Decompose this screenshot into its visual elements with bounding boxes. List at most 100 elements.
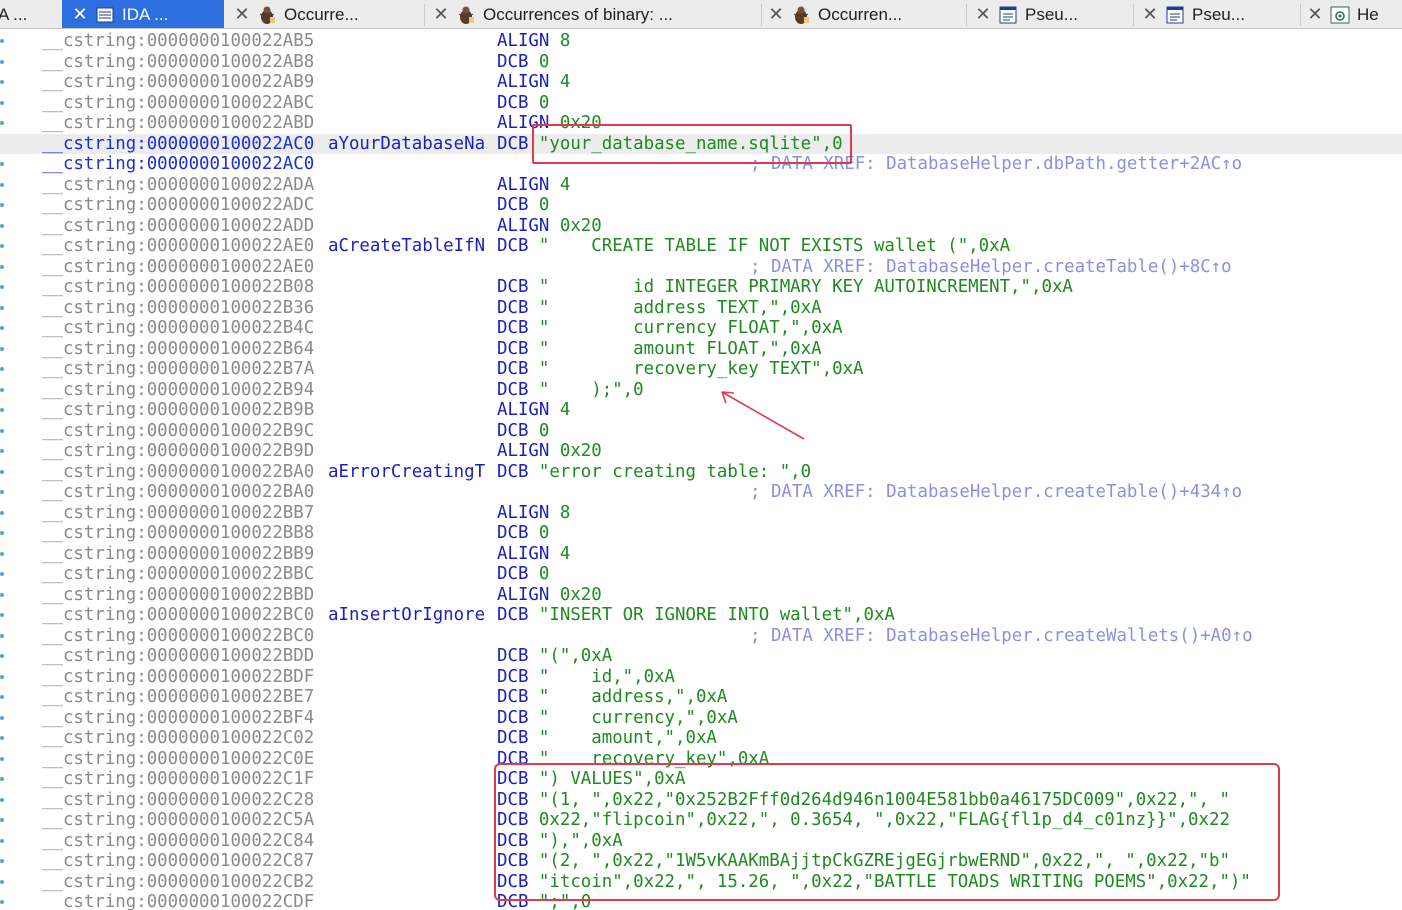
address[interactable]: __cstring:0000000100022CB2: [42, 872, 314, 893]
address[interactable]: __cstring:0000000100022BB9: [42, 544, 314, 565]
operand[interactable]: "error creating table: ",0: [539, 462, 811, 482]
address[interactable]: __cstring:0000000100022ADC: [42, 195, 314, 216]
address[interactable]: __cstring:0000000100022ADA: [42, 175, 314, 196]
address[interactable]: __cstring:0000000100022BDD: [42, 646, 314, 667]
listing-row[interactable]: __cstring:0000000100022ADD ALIGN 0x20: [0, 216, 1402, 237]
listing-row[interactable]: __cstring:0000000100022BDF DCB " id,",0xA: [0, 667, 1402, 688]
address[interactable]: __cstring:0000000100022C02: [42, 728, 314, 749]
operand[interactable]: 4: [560, 72, 570, 92]
operand[interactable]: 4: [560, 175, 570, 195]
address[interactable]: __cstring:0000000100022CDF: [42, 892, 314, 910]
tab-occurrences-2[interactable]: ✕ Occurren...: [762, 0, 966, 28]
address[interactable]: __cstring:0000000100022ABC: [42, 93, 314, 114]
address[interactable]: __cstring:0000000100022C5A: [42, 810, 314, 831]
listing-row[interactable]: __cstring:0000000100022B36 DCB " address …: [0, 298, 1402, 319]
tab-occurrences-1[interactable]: ✕ Occurre...: [224, 0, 424, 28]
listing-row[interactable]: __cstring:0000000100022AE0 ; DATA XREF: D…: [0, 257, 1402, 278]
listing-row[interactable]: __cstring:0000000100022AE0 aCreateTableIf…: [0, 236, 1402, 257]
address[interactable]: __cstring:0000000100022C84: [42, 831, 314, 852]
operand[interactable]: " CREATE TABLE IF NOT EXISTS wallet (",0…: [539, 236, 1010, 256]
address[interactable]: __cstring:0000000100022C0E: [42, 749, 314, 770]
listing-row[interactable]: __cstring:0000000100022BA0 aErrorCreating…: [0, 462, 1402, 483]
operand[interactable]: " id INTEGER PRIMARY KEY AUTOINCREMENT,"…: [539, 277, 1073, 297]
listing-row[interactable]: __cstring:0000000100022BBD ALIGN 0x20: [0, 585, 1402, 606]
operand[interactable]: 0: [539, 421, 549, 441]
operand[interactable]: " id,",0xA: [539, 667, 675, 687]
operand[interactable]: 4: [560, 544, 570, 564]
operand[interactable]: 0x20: [560, 441, 602, 461]
operand[interactable]: "INSERT OR IGNORE INTO wallet",0xA: [539, 605, 895, 625]
operand[interactable]: 0: [539, 523, 549, 543]
address[interactable]: __cstring:0000000100022AE0: [42, 257, 314, 278]
address[interactable]: __cstring:0000000100022BA0: [42, 482, 314, 503]
xref-comment[interactable]: ; DATA XREF: DatabaseHelper.createWallet…: [750, 626, 1253, 647]
listing-row[interactable]: __cstring:0000000100022B9C DCB 0: [0, 421, 1402, 442]
close-icon[interactable]: ✕: [431, 4, 451, 25]
listing-row[interactable]: __cstring:0000000100022BB9 ALIGN 4: [0, 544, 1402, 565]
operand[interactable]: " currency FLOAT,",0xA: [539, 318, 843, 338]
close-icon[interactable]: ✕: [70, 4, 90, 25]
address[interactable]: __cstring:0000000100022B9D: [42, 441, 314, 462]
address[interactable]: __cstring:0000000100022AE0: [42, 236, 314, 257]
listing-row[interactable]: __cstring:0000000100022B4C DCB " currency…: [0, 318, 1402, 339]
address[interactable]: __cstring:0000000100022AB8: [42, 52, 314, 73]
listing-row[interactable]: __cstring:0000000100022BC0 ; DATA XREF: D…: [0, 626, 1402, 647]
symbol-name[interactable]: aCreateTableIfN: [328, 236, 485, 257]
address[interactable]: __cstring:0000000100022AB9: [42, 72, 314, 93]
address[interactable]: __cstring:0000000100022BB7: [42, 503, 314, 524]
address[interactable]: __cstring:0000000100022BDF: [42, 667, 314, 688]
address[interactable]: __cstring:0000000100022B4C: [42, 318, 314, 339]
listing-row[interactable]: __cstring:0000000100022B08 DCB " id INTEG…: [0, 277, 1402, 298]
listing-row[interactable]: __cstring:0000000100022BC0 aInsertOrIgnor…: [0, 605, 1402, 626]
xref-comment[interactable]: ; DATA XREF: DatabaseHelper.createTable(…: [750, 482, 1242, 503]
operand[interactable]: " recovery_key TEXT",0xA: [539, 359, 864, 379]
listing-row[interactable]: __cstring:0000000100022BE7 DCB " address,…: [0, 687, 1402, 708]
close-icon[interactable]: ✕: [1140, 4, 1160, 25]
tab-pseudocode-1[interactable]: ✕ Pseu...: [967, 0, 1133, 28]
listing-row[interactable]: __cstring:0000000100022ADA ALIGN 4: [0, 175, 1402, 196]
listing-row[interactable]: __cstring:0000000100022BF4 DCB " currency…: [0, 708, 1402, 729]
listing-row[interactable]: __cstring:0000000100022BB7 ALIGN 8: [0, 503, 1402, 524]
symbol-name[interactable]: aYourDatabaseNa: [328, 134, 485, 155]
operand[interactable]: 8: [560, 503, 570, 523]
listing-row[interactable]: __cstring:0000000100022B9B ALIGN 4: [0, 400, 1402, 421]
listing-row[interactable]: __cstring:0000000100022BA0 ; DATA XREF: D…: [0, 482, 1402, 503]
close-icon[interactable]: ✕: [973, 4, 993, 25]
address[interactable]: __cstring:0000000100022BBC: [42, 564, 314, 585]
operand[interactable]: 0: [539, 195, 549, 215]
listing-row[interactable]: __cstring:0000000100022ABC DCB 0: [0, 93, 1402, 114]
listing-row[interactable]: __cstring:0000000100022AB8 DCB 0: [0, 52, 1402, 73]
address[interactable]: __cstring:0000000100022B9B: [42, 400, 314, 421]
listing-row[interactable]: __cstring:0000000100022B7A DCB " recovery…: [0, 359, 1402, 380]
tab-hex-view[interactable]: ✕ He: [1301, 0, 1402, 28]
address[interactable]: __cstring:0000000100022BE7: [42, 687, 314, 708]
symbol-name[interactable]: aInsertOrIgnore: [328, 605, 485, 626]
close-icon[interactable]: ✕: [1305, 4, 1325, 25]
address[interactable]: __cstring:0000000100022ABD: [42, 113, 314, 134]
operand[interactable]: 4: [560, 400, 570, 420]
address[interactable]: __cstring:0000000100022BF4: [42, 708, 314, 729]
listing-row[interactable]: __cstring:0000000100022BB8 DCB 0: [0, 523, 1402, 544]
listing-row[interactable]: __cstring:0000000100022B64 DCB " amount F…: [0, 339, 1402, 360]
operand[interactable]: " address,",0xA: [539, 687, 727, 707]
address[interactable]: __cstring:0000000100022BBD: [42, 585, 314, 606]
listing-row[interactable]: __cstring:0000000100022AB9 ALIGN 4: [0, 72, 1402, 93]
address[interactable]: __cstring:0000000100022AB5: [42, 31, 314, 52]
operand[interactable]: 0: [539, 52, 549, 72]
operand[interactable]: 0x20: [560, 216, 602, 236]
operand[interactable]: " address TEXT,",0xA: [539, 298, 822, 318]
address[interactable]: __cstring:0000000100022C28: [42, 790, 314, 811]
address[interactable]: __cstring:0000000100022B7A: [42, 359, 314, 380]
address[interactable]: __cstring:0000000100022BA0: [42, 462, 314, 483]
tab-pseudocode-2[interactable]: ✕ Pseu...: [1134, 0, 1300, 28]
operand[interactable]: " amount FLOAT,",0xA: [539, 339, 822, 359]
operand[interactable]: 0: [539, 93, 549, 113]
address[interactable]: __cstring:0000000100022BC0: [42, 605, 314, 626]
address[interactable]: __cstring:0000000100022B94: [42, 380, 314, 401]
listing-row[interactable]: __cstring:0000000100022BBC DCB 0: [0, 564, 1402, 585]
listing-row[interactable]: __cstring:0000000100022AB5 ALIGN 8: [0, 31, 1402, 52]
address[interactable]: __cstring:0000000100022AC0: [42, 154, 314, 175]
listing-row[interactable]: __cstring:0000000100022C02 DCB " amount,"…: [0, 728, 1402, 749]
operand[interactable]: " amount,",0xA: [539, 728, 717, 748]
tab-occurrences-binary[interactable]: ✕ Occurrences of binary: ...: [425, 0, 761, 28]
